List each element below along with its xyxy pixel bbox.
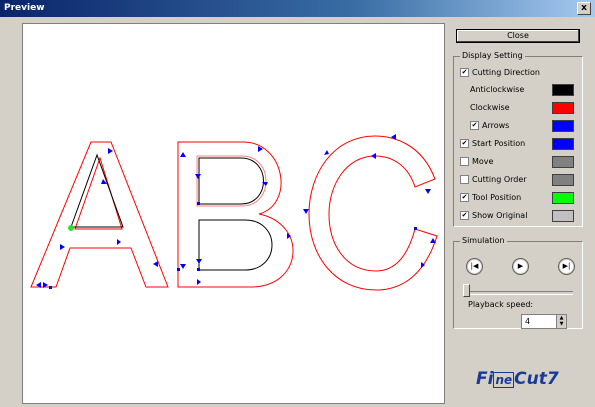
check-mark: ✔	[461, 211, 468, 219]
arrow-marker	[117, 239, 121, 245]
arrow-marker	[196, 259, 202, 264]
rewind-icon: |◀	[470, 262, 479, 270]
fast-forward-icon: ▶|	[562, 262, 571, 270]
fast-forward-button[interactable]: ▶|	[558, 258, 575, 275]
move-checkbox[interactable]: Move	[460, 157, 493, 166]
letter-c-outer-cut	[308, 135, 438, 291]
arrows-checkbox[interactable]: ✔ Arrows	[470, 121, 509, 130]
tool-position-marker	[68, 225, 74, 231]
checkbox-icon: ✔	[460, 211, 469, 220]
arrow-marker	[303, 209, 309, 214]
arrow-marker	[180, 152, 186, 157]
cutting-order-checkbox[interactable]: Cutting Order	[460, 175, 527, 184]
move-label: Move	[472, 157, 494, 166]
checkbox-icon: ✔	[460, 193, 469, 202]
check-mark: ✔	[461, 193, 468, 201]
arrow-marker	[60, 244, 65, 250]
start-marker	[177, 268, 180, 271]
letter-b-paths	[177, 141, 294, 288]
arrow-marker	[197, 279, 201, 285]
show-original-label: Show Original	[472, 211, 528, 220]
start-marker	[197, 268, 200, 271]
simulation-slider-track[interactable]	[463, 291, 573, 295]
clockwise-color-swatch[interactable]	[552, 102, 574, 114]
start-marker	[197, 202, 200, 205]
settings-panel: Close Display Setting ✔ Cutting Direction…	[451, 23, 589, 403]
letter-a-paths	[30, 141, 169, 288]
cutting-direction-label: Cutting Direction	[472, 68, 540, 77]
anticlockwise-label: Anticlockwise	[470, 85, 525, 94]
start-marker	[49, 286, 52, 289]
simulation-group: Simulation |◀ ▶ ▶| Playback speed: 4 ▲ ▼	[453, 236, 583, 329]
play-icon: ▶	[517, 262, 524, 270]
start-positions	[49, 202, 417, 289]
start-position-checkbox[interactable]: ✔ Start Position	[460, 139, 525, 148]
cutting-direction-checkbox[interactable]: ✔ Cutting Direction	[460, 68, 540, 77]
preview-drawing	[30, 134, 438, 291]
close-button[interactable]: Close	[456, 29, 580, 43]
checkbox-icon	[460, 175, 469, 184]
letter-b-original-upper	[198, 157, 264, 205]
anticlockwise-color-swatch[interactable]	[552, 84, 574, 96]
close-icon: x	[581, 3, 587, 13]
cutting-order-label: Cutting Order	[472, 175, 527, 184]
tool-position-checkbox[interactable]: ✔ Tool Position	[460, 193, 521, 202]
cutting-order-color-swatch[interactable]	[552, 174, 574, 186]
arrow-marker	[180, 264, 186, 269]
playback-speed-value: 4	[525, 317, 531, 326]
preview-canvas[interactable]	[22, 23, 445, 404]
arrow-marker	[391, 134, 396, 140]
simulation-label: Simulation	[460, 236, 507, 245]
check-mark: ✔	[461, 139, 468, 147]
clockwise-label: Clockwise	[470, 103, 510, 112]
start-marker	[414, 227, 417, 230]
arrow-marker	[425, 189, 431, 194]
check-mark: ✔	[461, 68, 468, 76]
tool-position-label: Tool Position	[472, 193, 522, 202]
title-bar: Preview x	[0, 0, 595, 17]
play-button[interactable]: ▶	[512, 258, 529, 275]
display-setting-label: Display Setting	[460, 51, 525, 60]
rewind-button[interactable]: |◀	[466, 258, 483, 275]
display-setting-group: Display Setting ✔ Cutting Direction Antic…	[453, 51, 583, 227]
letter-b-original-lower	[198, 219, 273, 271]
show-original-checkbox[interactable]: ✔ Show Original	[460, 211, 527, 220]
letter-b-outer-cut	[177, 141, 294, 288]
arrow-marker	[324, 150, 329, 155]
checkbox-icon	[460, 157, 469, 166]
arrows-color-swatch[interactable]	[552, 120, 574, 132]
checkbox-icon: ✔	[460, 68, 469, 77]
simulation-slider-thumb[interactable]	[463, 284, 470, 297]
arrow-marker	[195, 174, 201, 179]
arrow-marker	[371, 153, 376, 159]
arrow-marker	[153, 261, 158, 267]
checkbox-icon: ✔	[460, 139, 469, 148]
checkbox-icon: ✔	[470, 121, 479, 130]
playback-speed-label: Playback speed:	[468, 300, 534, 309]
letter-a-outer-cut	[30, 141, 169, 288]
letter-c-paths	[308, 135, 438, 291]
arrow-marker	[108, 148, 113, 154]
show-original-color-swatch[interactable]	[552, 210, 574, 222]
start-position-color-swatch[interactable]	[552, 138, 574, 150]
finecut-logo: Fi ne Cut7	[476, 369, 559, 389]
spinner-arrows-icon[interactable]: ▲ ▼	[556, 315, 566, 328]
start-position-label: Start Position	[472, 139, 526, 148]
window-close-button[interactable]: x	[577, 2, 591, 15]
letter-a-inner-cut	[74, 156, 123, 230]
arrows-label: Arrows	[482, 121, 510, 130]
playback-speed-spinner[interactable]: 4 ▲ ▼	[521, 314, 567, 329]
window-title: Preview	[4, 3, 45, 13]
tool-position-color-swatch[interactable]	[552, 192, 574, 204]
move-color-swatch[interactable]	[552, 156, 574, 168]
check-mark: ✔	[471, 121, 478, 129]
